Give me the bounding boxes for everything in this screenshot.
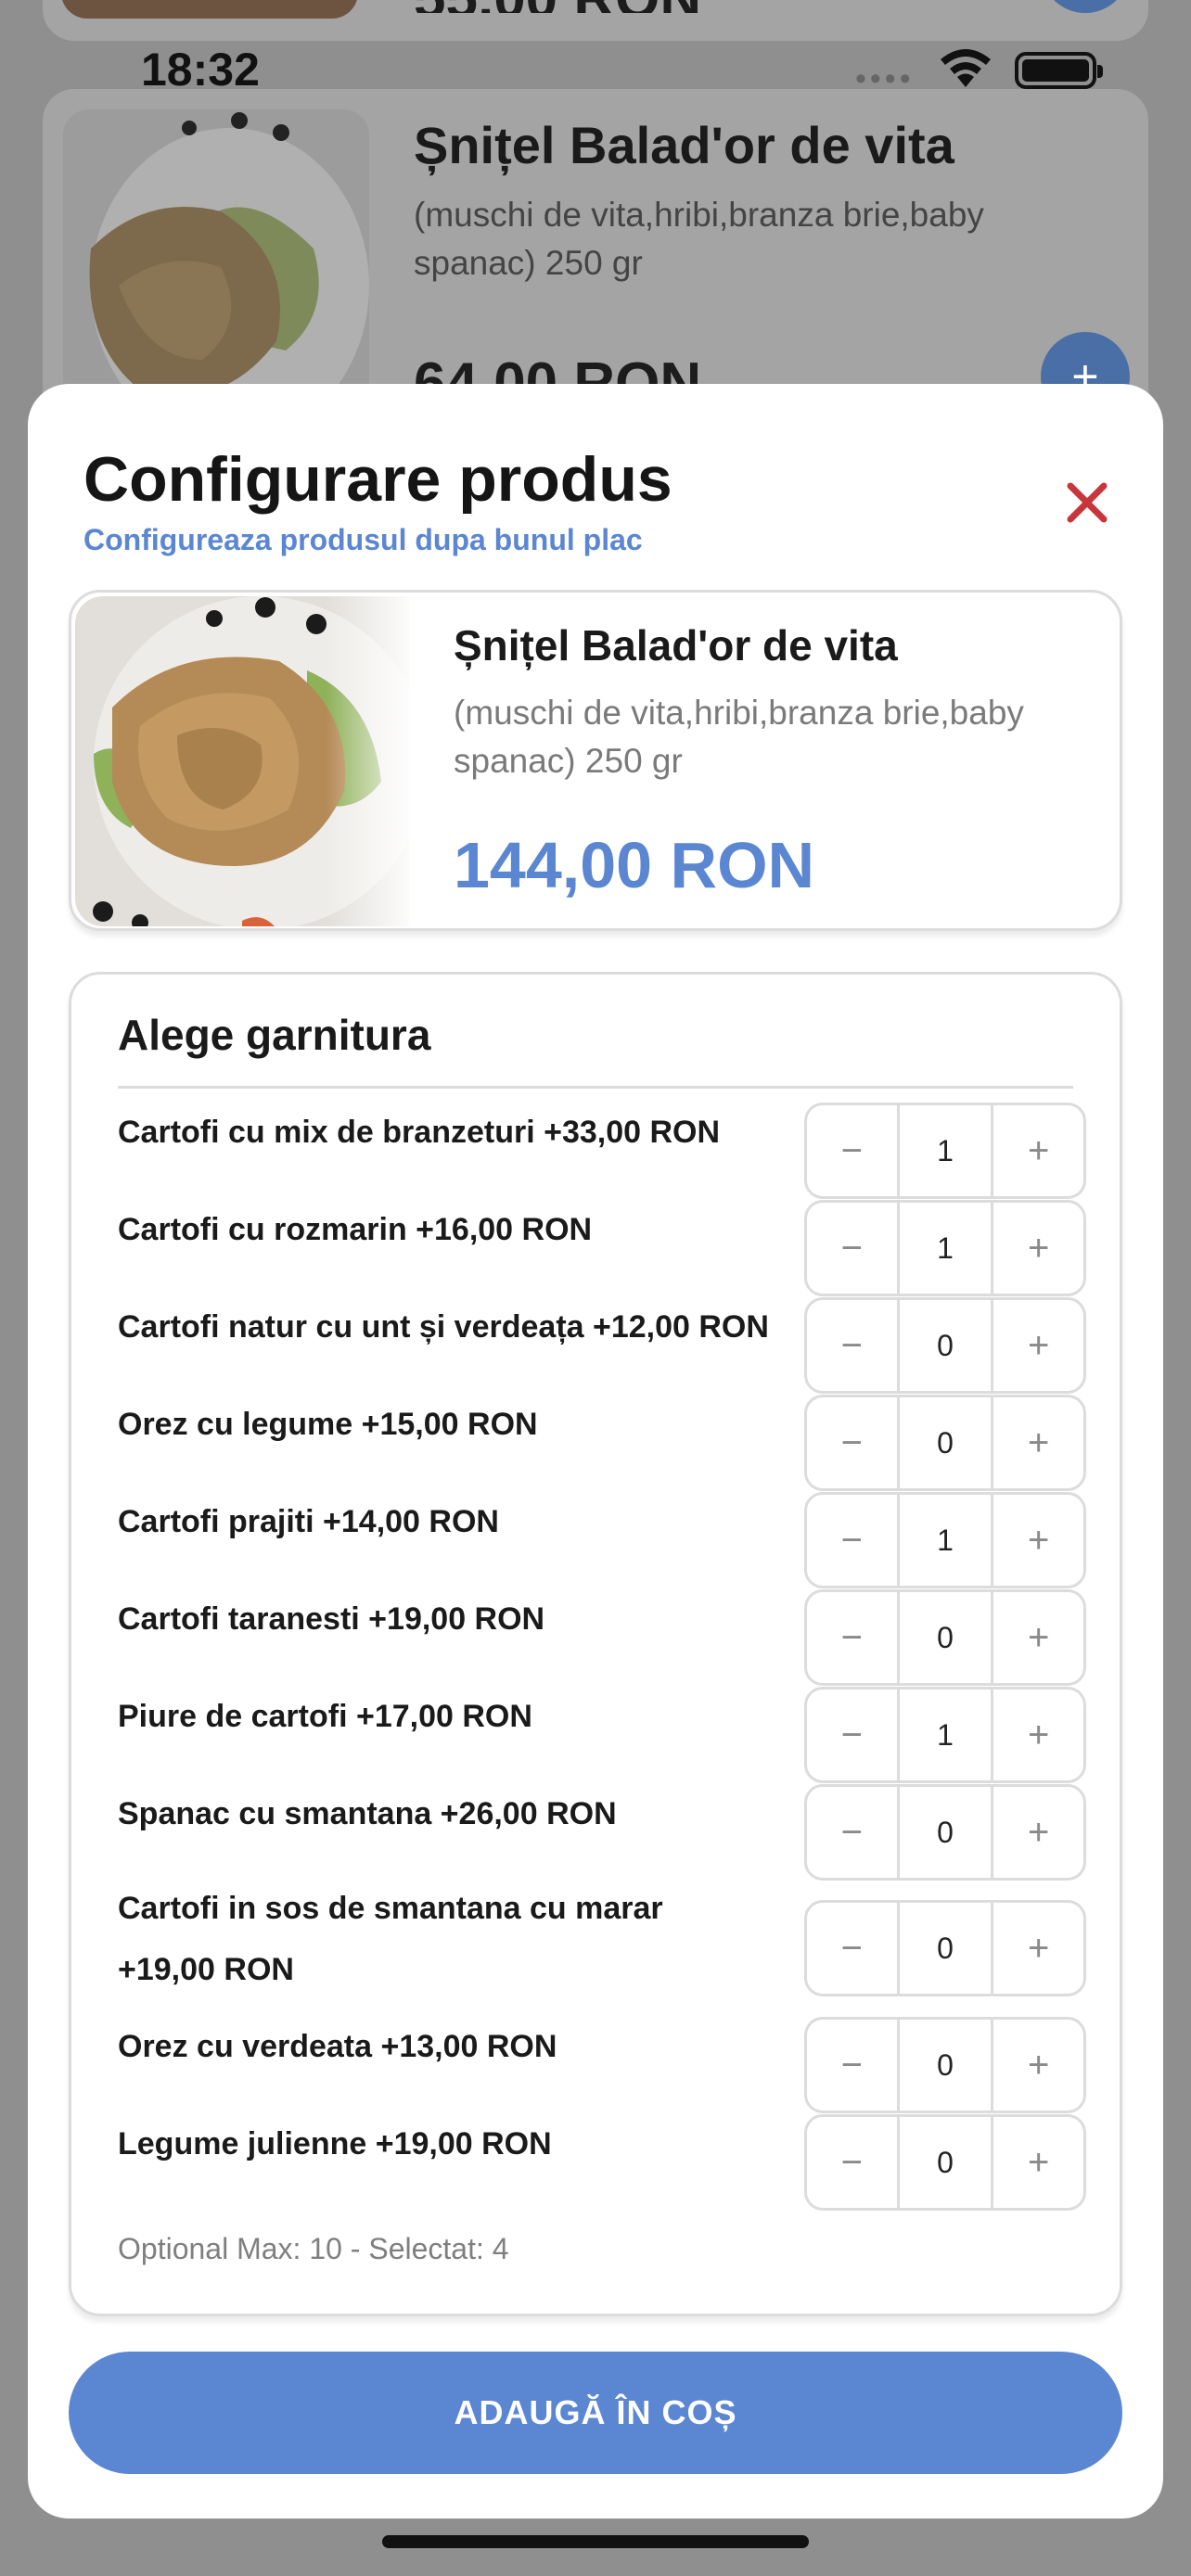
quantity-value: 0 [896,2020,994,2111]
quantity-stepper: − 0 + [804,1784,1086,1881]
quantity-value: 0 [896,2117,994,2208]
increment-button[interactable]: + [993,1397,1083,1488]
quantity-stepper: − 0 + [804,1589,1086,1686]
quantity-stepper: − 1 + [804,1687,1086,1783]
product-price: 144,00 RON [454,829,815,901]
quantity-value: 0 [896,1903,994,1994]
garnish-option-label: Cartofi prajiti +14,00 RON [118,1504,499,1539]
garnish-option-label: Cartofi cu rozmarin +16,00 RON [118,1212,593,1247]
quantity-value: 1 [896,1105,994,1196]
quantity-value: 0 [896,1397,994,1488]
decrement-button[interactable]: − [807,1903,897,1994]
increment-button[interactable]: + [993,1592,1083,1683]
divider [118,1086,1073,1089]
quantity-value: 0 [896,1300,994,1391]
decrement-button[interactable]: − [807,1495,897,1586]
decrement-button[interactable]: − [807,1690,897,1780]
product-name: Șnițel Balad'or de vita [454,621,898,670]
quantity-value: 1 [896,1690,994,1780]
decrement-button[interactable]: − [807,1300,897,1391]
increment-button[interactable]: + [993,1300,1083,1391]
garnish-section-title: Alege garnitura [118,1011,431,1059]
quantity-value: 0 [896,1592,994,1683]
quantity-stepper: − 0 + [804,2114,1086,2211]
status-time: 18:32 [141,44,260,96]
background-card-previous: 55,00 RON [43,0,1148,41]
selection-summary: Optional Max: 10 - Selectat: 4 [118,2232,509,2265]
close-icon[interactable] [1057,473,1117,532]
quantity-value: 1 [896,1203,994,1294]
add-to-cart-button[interactable]: ADAUGĂ ÎN COȘ [69,2352,1122,2474]
decrement-button[interactable]: − [807,1105,897,1196]
background-product-image [61,0,358,19]
quantity-stepper: − 0 + [804,1297,1086,1394]
decrement-button[interactable]: − [807,2020,897,2111]
increment-button[interactable]: + [993,1903,1083,1994]
quantity-stepper: − 0 + [804,2017,1086,2113]
increment-button[interactable]: + [993,1105,1083,1196]
wifi-icon [937,46,994,94]
garnish-option-label: Legume julienne +19,00 RON [118,2126,552,2162]
garnish-option-label: Cartofi cu mix de branzeturi +33,00 RON [118,1115,721,1150]
increment-button[interactable]: + [993,1690,1083,1780]
decrement-button[interactable]: − [807,1592,897,1683]
quantity-stepper: − 1 + [804,1200,1086,1296]
increment-button[interactable]: + [993,1787,1083,1878]
quantity-stepper: − 0 + [804,1900,1086,1996]
status-bar: 18:32 •••• [0,37,1191,102]
quantity-stepper: − 1 + [804,1492,1086,1588]
cellular-signal-icon: •••• [855,61,915,96]
battery-icon [1015,52,1103,89]
garnish-option-label: Cartofi in sos de smantana cu marar +19,… [118,1891,663,1987]
product-description: (muschi de vita,hribi,branza brie,baby s… [454,694,1024,780]
product-image [75,596,409,926]
increment-button[interactable]: + [993,2020,1083,2111]
garnish-option-label: Piure de cartofi +17,00 RON [118,1699,532,1734]
decrement-button[interactable]: − [807,1203,897,1294]
decrement-button[interactable]: − [807,1397,897,1488]
quantity-value: 0 [896,1787,994,1878]
garnish-option-label: Spanac cu smantana +26,00 RON [118,1796,617,1831]
background-product-description: (muschi de vita,hribi,branza brie,baby s… [414,196,984,282]
quantity-value: 1 [896,1495,994,1586]
home-indicator [382,2535,809,2548]
garnish-option-label: Orez cu legume +15,00 RON [118,1407,538,1442]
screen: 55,00 RON Șnițel Balad'or de vita (musch… [0,0,1191,2576]
quantity-stepper: − 1 + [804,1103,1086,1199]
decrement-button[interactable]: − [807,1787,897,1878]
garnish-option-label: Cartofi taranesti +19,00 RON [118,1601,545,1637]
increment-button[interactable]: + [993,1203,1083,1294]
garnish-option-label: Orez cu verdeata +13,00 RON [118,2029,557,2064]
increment-button[interactable]: + [993,1495,1083,1586]
modal-title: Configurare produs [83,444,672,515]
garnish-section: Alege garnitura Cartofi cu mix de branze… [69,972,1122,2316]
configure-product-modal: Configurare produs Configureaza produsul… [28,384,1163,2519]
increment-button[interactable]: + [993,2117,1083,2208]
background-product-name: Șnițel Balad'or de vita [414,116,954,174]
modal-subtitle: Configureaza produsul dupa bunul plac [83,523,643,556]
quantity-stepper: − 0 + [804,1395,1086,1491]
background-product-price: 55,00 RON [414,0,701,13]
background-add-button [1041,0,1130,13]
garnish-option-label: Cartofi natur cu unt și verdeața +12,00 … [118,1309,769,1345]
decrement-button[interactable]: − [807,2117,897,2208]
product-card: Șnițel Balad'or de vita (muschi de vita,… [69,590,1122,931]
